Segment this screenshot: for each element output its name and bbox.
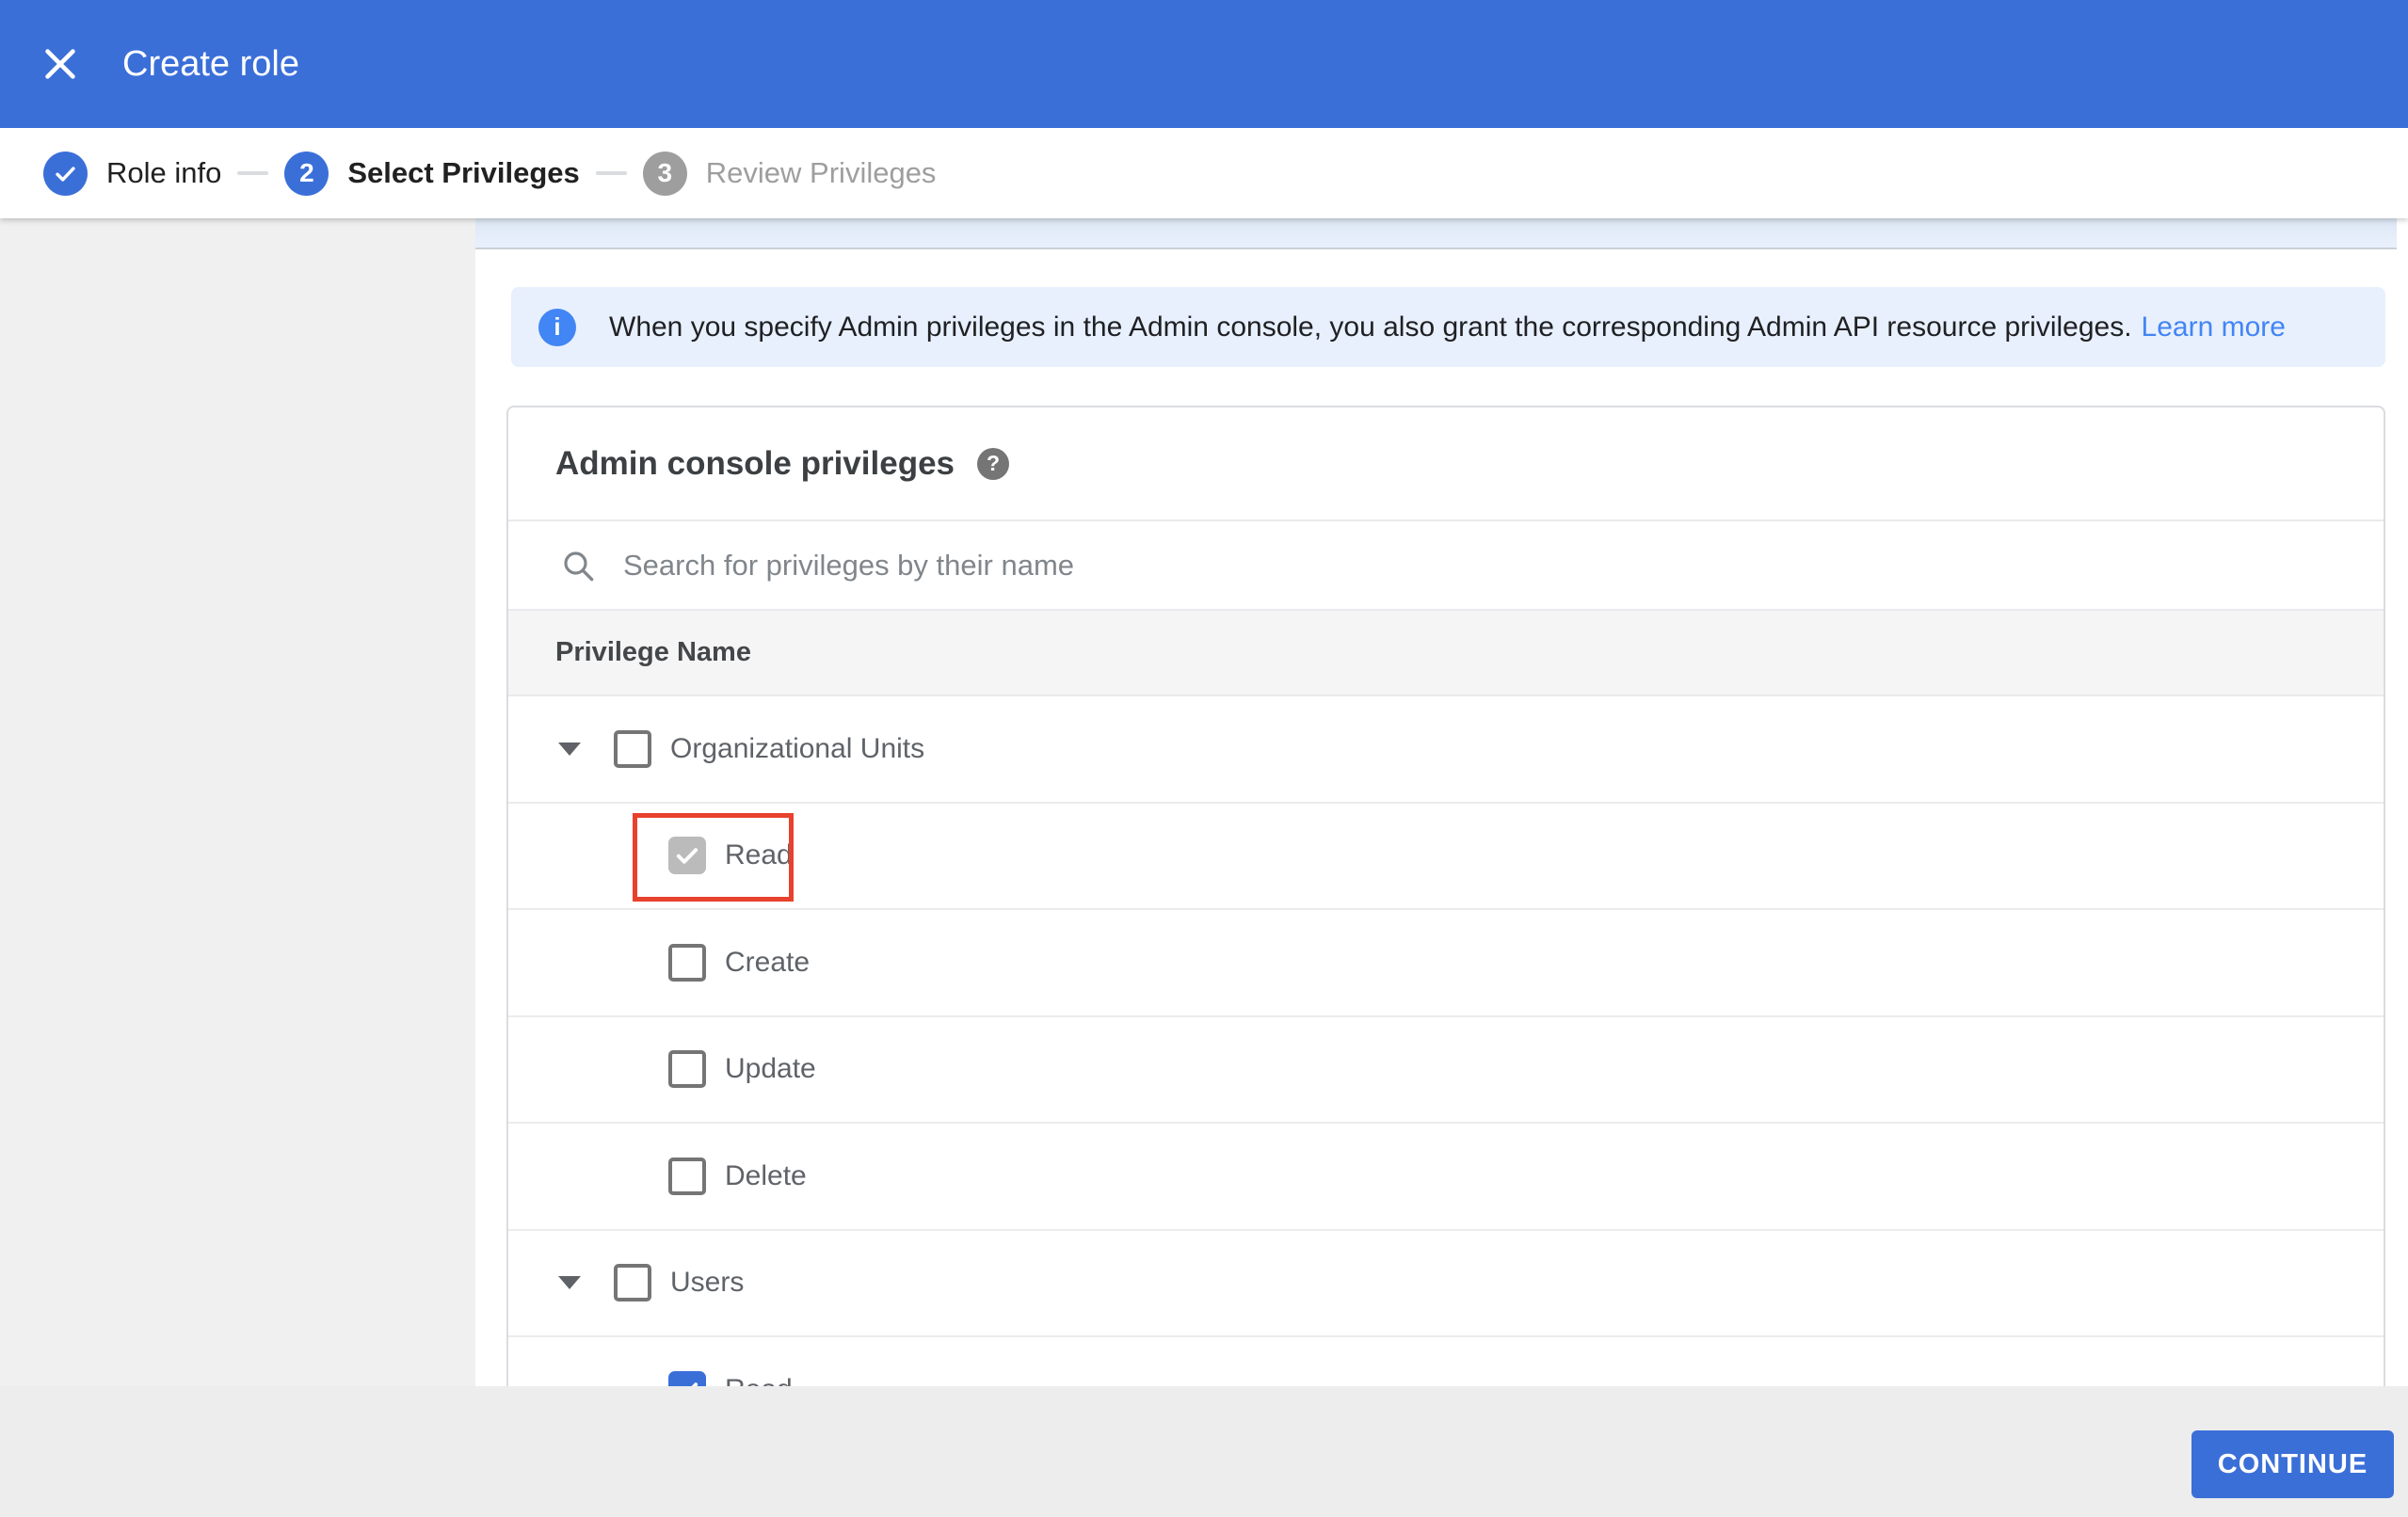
step-role-info[interactable]: Role info — [43, 151, 222, 196]
privilege-label: Create — [725, 946, 811, 978]
privilege-row: Read — [508, 804, 2384, 910]
privilege-label: Read — [725, 1374, 793, 1386]
checkbox-checked[interactable] — [668, 1370, 706, 1386]
privilege-row: Read — [508, 1337, 2384, 1386]
checkbox-checked[interactable] — [668, 837, 706, 875]
step-completed-indicator — [43, 151, 88, 196]
check-icon — [56, 166, 75, 182]
step-number: 2 — [284, 151, 329, 196]
privilege-table-body: Organizational Units Read Create Update Dele… — [508, 696, 2384, 1386]
privilege-label: Users — [670, 1267, 745, 1299]
column-header-privilege-name: Privilege Name — [508, 609, 2384, 696]
step-label: Role info — [106, 156, 222, 189]
privilege-label: Read — [725, 839, 793, 871]
privilege-row: Organizational Units — [508, 696, 2384, 804]
step-label: Review Privileges — [705, 156, 937, 189]
scrolled-banner-remnant — [475, 218, 2397, 249]
privilege-row: Users — [508, 1231, 2384, 1337]
privilege-row: Delete — [508, 1124, 2384, 1231]
search-input[interactable] — [621, 547, 1943, 583]
privilege-label: Organizational Units — [670, 732, 925, 764]
checkbox-unchecked[interactable] — [614, 1264, 651, 1302]
info-banner-text: When you specify Admin privileges in the… — [609, 311, 2132, 343]
app-bar: Create role — [0, 0, 2408, 128]
card-header: Admin console privileges ? — [508, 407, 2384, 519]
dialog-title: Create role — [122, 43, 299, 84]
privilege-search-row — [508, 519, 2384, 609]
help-icon[interactable]: ? — [977, 447, 1009, 480]
step-review-privileges[interactable]: 3 Review Privileges — [642, 151, 937, 196]
close-icon — [45, 49, 75, 79]
expand-arrow-icon[interactable] — [558, 742, 581, 756]
left-panel — [0, 218, 475, 1517]
checkbox-unchecked[interactable] — [614, 729, 651, 768]
stepper: Role info 2 Select Privileges 3 Review P… — [0, 128, 2408, 218]
privilege-row: Create — [508, 910, 2384, 1017]
search-icon — [564, 551, 594, 581]
privilege-label: Update — [725, 1053, 816, 1085]
step-select-privileges[interactable]: 2 Select Privileges — [284, 151, 580, 196]
close-button[interactable] — [32, 36, 88, 92]
footer-bar — [0, 1386, 2408, 1517]
card-title: Admin console privileges — [555, 444, 955, 482]
info-icon: i — [538, 308, 576, 346]
info-banner: i When you specify Admin privileges in t… — [511, 287, 2385, 367]
step-number: 3 — [642, 151, 687, 196]
privilege-row: Update — [508, 1017, 2384, 1124]
checkbox-unchecked[interactable] — [668, 1050, 706, 1089]
checkbox-unchecked[interactable] — [668, 943, 706, 982]
check-icon — [676, 848, 698, 864]
continue-button[interactable]: CONTINUE — [2191, 1430, 2394, 1498]
step-connector — [237, 171, 269, 175]
privilege-label: Delete — [725, 1159, 807, 1191]
step-label: Select Privileges — [347, 156, 580, 189]
expand-arrow-icon[interactable] — [558, 1276, 581, 1290]
checkbox-unchecked[interactable] — [668, 1157, 706, 1195]
check-icon — [691, 1382, 698, 1386]
step-connector — [595, 171, 627, 175]
admin-privileges-card: Admin console privileges ? Privilege Nam… — [506, 406, 2385, 1386]
learn-more-link[interactable]: Learn more — [2142, 311, 2286, 343]
